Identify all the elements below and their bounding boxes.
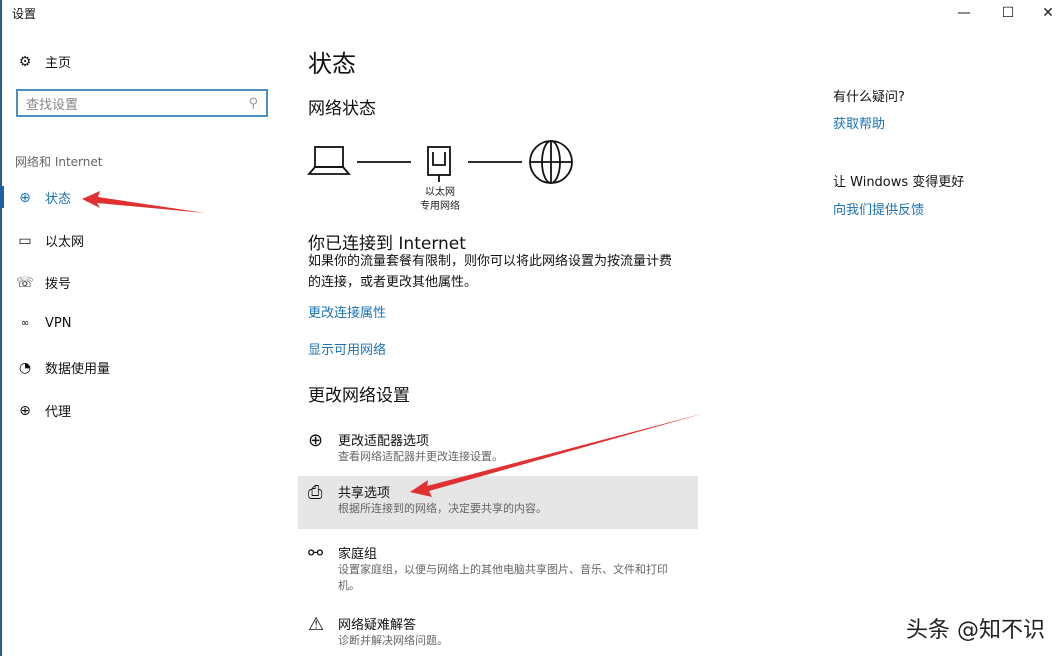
globe-icon [530, 141, 572, 183]
get-help-link[interactable]: 获取帮助 [833, 113, 885, 132]
item-label: VPN [45, 316, 71, 331]
network-type: 专用网络 [400, 200, 480, 214]
option-desc: 根据所连接到的网络，决定要共享的内容。 [338, 501, 688, 517]
window-edge [0, 0, 2, 656]
item-label: 拨号 [45, 273, 71, 292]
change-settings-heading: 更改网络设置 [308, 381, 410, 406]
sidebar-item-dialup[interactable]: ☏ 拨号 [16, 273, 71, 292]
connection-description: 如果你的流量套餐有限制，则你可以将此网络设置为按流量计费的连接，或者更改其他属性… [308, 251, 673, 293]
adapter-label: 以太网专用网络 [400, 186, 480, 214]
sidebar-item-ethernet[interactable]: ▭ 以太网 [16, 231, 84, 250]
close-button[interactable]: ✕ [1025, 0, 1063, 26]
search-input[interactable]: 查找设置 ⚲ [16, 89, 268, 117]
gear-icon: ⚙ [16, 54, 34, 70]
ethernet-icon: ▭ [16, 233, 34, 249]
option-title: 网络疑难解答 [338, 614, 688, 633]
sidebar-section-title: 网络和 Internet [15, 153, 102, 170]
option-desc: 查看网络适配器并更改连接设置。 [338, 449, 688, 465]
globe-icon: ⊕ [16, 403, 34, 419]
item-label: 代理 [45, 401, 71, 420]
feedback-link[interactable]: 向我们提供反馈 [833, 199, 924, 218]
pie-icon: ◔ [16, 360, 34, 376]
change-connection-properties-link[interactable]: 更改连接属性 [308, 302, 386, 321]
option-desc: 设置家庭组，以便与网络上的其他电脑共享图片、音乐、文件和打印机。 [338, 562, 688, 594]
search-placeholder: 查找设置 [26, 94, 78, 113]
option-title: 共享选项 [338, 482, 688, 501]
option-troubleshoot[interactable]: ⚠ 网络疑难解答诊断并解决网络问题。 [298, 608, 698, 655]
page-title: 状态 [308, 44, 356, 79]
sidebar-home[interactable]: ⚙ 主页 [16, 52, 71, 71]
sidebar-item-proxy[interactable]: ⊕ 代理 [16, 401, 71, 420]
option-sharing[interactable]: ⎙ 共享选项根据所连接到的网络，决定要共享的内容。 [298, 476, 698, 529]
window-title: 设置 [12, 5, 36, 22]
dialup-icon: ☏ [16, 275, 34, 291]
option-title: 家庭组 [338, 543, 688, 562]
sidebar-item-status[interactable]: ⊕ 状态 [16, 188, 71, 207]
vpn-icon: ∞ [16, 318, 34, 329]
adapter-name: 以太网 [400, 186, 480, 200]
laptop-icon [309, 147, 349, 174]
network-status-heading: 网络状态 [308, 94, 376, 119]
item-label: 以太网 [45, 231, 84, 250]
watermark: 头条 @知不识 [906, 612, 1045, 644]
show-available-networks-link[interactable]: 显示可用网络 [308, 339, 386, 358]
home-label: 主页 [45, 52, 71, 71]
globe-monitor-icon: ⊕ [16, 190, 34, 206]
sidebar-item-data-usage[interactable]: ◔ 数据使用量 [16, 358, 110, 377]
minimize-button[interactable]: — [941, 0, 987, 26]
item-label: 状态 [45, 188, 71, 207]
search-icon: ⚲ [248, 96, 258, 111]
selected-indicator [0, 186, 4, 208]
question-heading: 有什么疑问? [833, 87, 905, 108]
globe-monitor-icon: ⊕ [308, 430, 328, 465]
printer-share-icon: ⎙ [308, 482, 328, 523]
ethernet-port-icon [428, 147, 450, 182]
option-desc: 诊断并解决网络问题。 [338, 633, 688, 649]
item-label: 数据使用量 [45, 358, 110, 377]
option-homegroup[interactable]: ⚯ 家庭组设置家庭组，以便与网络上的其他电脑共享图片、音乐、文件和打印机。 [298, 537, 698, 600]
homegroup-icon: ⚯ [308, 543, 328, 594]
option-title: 更改适配器选项 [338, 430, 688, 449]
network-diagram [305, 140, 580, 190]
improve-heading: 让 Windows 变得更好 [833, 172, 964, 193]
sidebar-item-vpn[interactable]: ∞ VPN [16, 316, 71, 331]
warning-icon: ⚠ [308, 614, 328, 649]
red-arrow-status [82, 191, 205, 213]
option-adapter[interactable]: ⊕ 更改适配器选项查看网络适配器并更改连接设置。 [298, 424, 698, 471]
